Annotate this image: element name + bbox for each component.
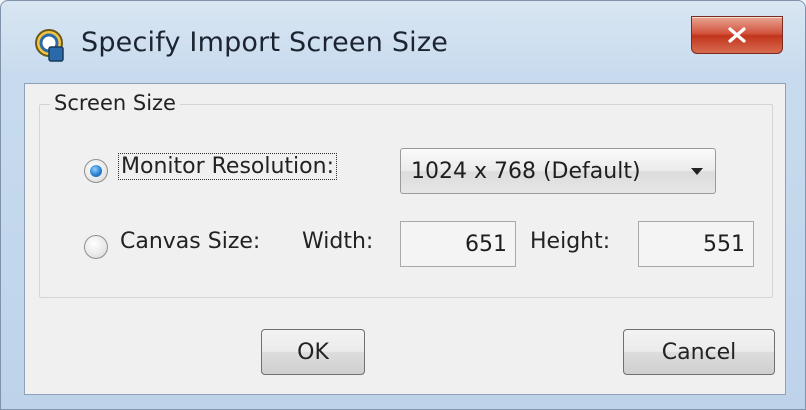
cancel-button[interactable]: Cancel — [623, 329, 775, 375]
canvas-size-label[interactable]: Canvas Size: — [120, 229, 260, 254]
height-label: Height: — [530, 229, 611, 254]
title-bar[interactable]: Specify Import Screen Size — [1, 1, 805, 89]
monitor-resolution-label[interactable]: Monitor Resolution: — [118, 153, 337, 180]
canvas-size-radio[interactable] — [84, 235, 108, 259]
width-input[interactable]: 651 — [400, 221, 516, 267]
close-button[interactable] — [691, 16, 783, 54]
group-title: Screen Size — [50, 91, 180, 115]
resolution-value: 1024 x 768 (Default) — [411, 158, 641, 184]
screen-size-group: Screen Size Monitor Resolution: 1024 x 7… — [39, 91, 773, 298]
close-icon — [728, 27, 746, 43]
resolution-dropdown[interactable]: 1024 x 768 (Default) — [400, 148, 716, 194]
chevron-down-icon — [691, 168, 703, 175]
monitor-resolution-radio[interactable] — [84, 159, 108, 183]
dialog-window: Specify Import Screen Size Screen Size M… — [0, 0, 806, 410]
height-input[interactable]: 551 — [638, 221, 754, 267]
width-label: Width: — [302, 229, 374, 254]
ok-button[interactable]: OK — [261, 329, 365, 375]
app-icon — [35, 29, 64, 62]
dialog-title: Specify Import Screen Size — [81, 27, 449, 58]
dialog-body: Screen Size Monitor Resolution: 1024 x 7… — [24, 83, 786, 395]
